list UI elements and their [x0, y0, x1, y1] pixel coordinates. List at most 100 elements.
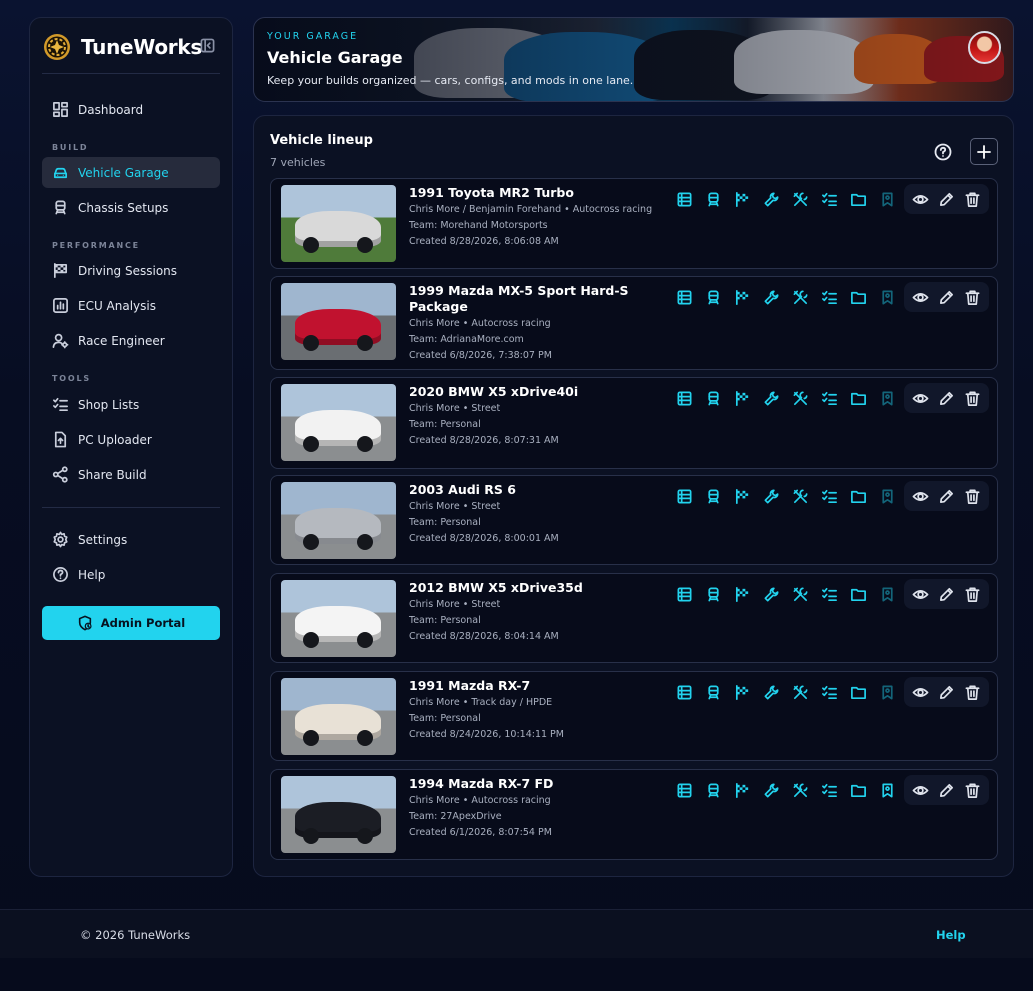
- wrench-icon[interactable]: [763, 488, 780, 505]
- view-icon[interactable]: [912, 782, 929, 799]
- list-icon[interactable]: [676, 289, 693, 306]
- trash-icon[interactable]: [964, 289, 981, 306]
- bookmark-icon[interactable]: [879, 782, 896, 799]
- trash-icon[interactable]: [964, 191, 981, 208]
- edit-icon[interactable]: [938, 390, 955, 407]
- edit-icon[interactable]: [938, 782, 955, 799]
- vehicle-card[interactable]: 2012 BMW X5 xDrive35d Chris More • Stree…: [270, 573, 998, 663]
- vehicle-photo[interactable]: [281, 283, 396, 360]
- checklist-icon[interactable]: [821, 390, 838, 407]
- nav-driving-sessions[interactable]: Driving Sessions: [42, 255, 220, 286]
- folder-icon[interactable]: [850, 488, 867, 505]
- vehicle-card[interactable]: 1994 Mazda RX-7 FD Chris More • Autocros…: [270, 769, 998, 860]
- tools-icon[interactable]: [792, 782, 809, 799]
- tools-icon[interactable]: [792, 390, 809, 407]
- checkered-flag-icon[interactable]: [734, 191, 751, 208]
- checklist-icon[interactable]: [821, 289, 838, 306]
- nav-help[interactable]: Help: [42, 559, 220, 590]
- admin-portal-button[interactable]: Admin Portal: [42, 606, 220, 640]
- trash-icon[interactable]: [964, 488, 981, 505]
- help-circle-icon[interactable]: [934, 143, 952, 161]
- vehicle-name[interactable]: 2003 Audi RS 6: [409, 482, 669, 498]
- vehicle-name[interactable]: 1999 Mazda MX-5 Sport Hard-S Package: [409, 283, 669, 315]
- wrench-icon[interactable]: [763, 782, 780, 799]
- vehicle-name[interactable]: 1994 Mazda RX-7 FD: [409, 776, 669, 792]
- folder-icon[interactable]: [850, 390, 867, 407]
- chassis-icon[interactable]: [705, 390, 722, 407]
- edit-icon[interactable]: [938, 191, 955, 208]
- nav-share-build[interactable]: Share Build: [42, 459, 220, 490]
- bookmark-icon[interactable]: [879, 488, 896, 505]
- wrench-icon[interactable]: [763, 684, 780, 701]
- chassis-icon[interactable]: [705, 684, 722, 701]
- list-icon[interactable]: [676, 684, 693, 701]
- tools-icon[interactable]: [792, 191, 809, 208]
- nav-race-engineer[interactable]: Race Engineer: [42, 325, 220, 356]
- folder-icon[interactable]: [850, 191, 867, 208]
- edit-icon[interactable]: [938, 289, 955, 306]
- footer-help-link[interactable]: Help: [936, 928, 966, 942]
- folder-icon[interactable]: [850, 684, 867, 701]
- vehicle-photo[interactable]: [281, 482, 396, 559]
- brand[interactable]: TuneWorks: [42, 32, 202, 62]
- vehicle-card[interactable]: 1999 Mazda MX-5 Sport Hard-S Package Chr…: [270, 276, 998, 370]
- view-icon[interactable]: [912, 488, 929, 505]
- nav-shop-lists[interactable]: Shop Lists: [42, 389, 220, 420]
- vehicle-photo[interactable]: [281, 580, 396, 657]
- list-icon[interactable]: [676, 390, 693, 407]
- bookmark-icon[interactable]: [879, 289, 896, 306]
- checkered-flag-icon[interactable]: [734, 390, 751, 407]
- chassis-icon[interactable]: [705, 191, 722, 208]
- nav-vehicle-garage[interactable]: Vehicle Garage: [42, 157, 220, 188]
- vehicle-photo[interactable]: [281, 776, 396, 853]
- nav-ecu-analysis[interactable]: ECU Analysis: [42, 290, 220, 321]
- view-icon[interactable]: [912, 586, 929, 603]
- tools-icon[interactable]: [792, 289, 809, 306]
- checkered-flag-icon[interactable]: [734, 684, 751, 701]
- checklist-icon[interactable]: [821, 782, 838, 799]
- checklist-icon[interactable]: [821, 586, 838, 603]
- vehicle-name[interactable]: 2020 BMW X5 xDrive40i: [409, 384, 669, 400]
- trash-icon[interactable]: [964, 782, 981, 799]
- vehicle-photo[interactable]: [281, 384, 396, 461]
- folder-icon[interactable]: [850, 586, 867, 603]
- folder-icon[interactable]: [850, 782, 867, 799]
- chassis-icon[interactable]: [705, 782, 722, 799]
- trash-icon[interactable]: [964, 390, 981, 407]
- vehicle-name[interactable]: 1991 Toyota MR2 Turbo: [409, 185, 669, 201]
- list-icon[interactable]: [676, 782, 693, 799]
- bookmark-icon[interactable]: [879, 586, 896, 603]
- edit-icon[interactable]: [938, 586, 955, 603]
- trash-icon[interactable]: [964, 684, 981, 701]
- tools-icon[interactable]: [792, 488, 809, 505]
- checkered-flag-icon[interactable]: [734, 289, 751, 306]
- wrench-icon[interactable]: [763, 289, 780, 306]
- vehicle-photo[interactable]: [281, 678, 396, 755]
- view-icon[interactable]: [912, 289, 929, 306]
- bookmark-icon[interactable]: [879, 684, 896, 701]
- view-icon[interactable]: [912, 191, 929, 208]
- bookmark-icon[interactable]: [879, 191, 896, 208]
- nav-chassis-setups[interactable]: Chassis Setups: [42, 192, 220, 223]
- tools-icon[interactable]: [792, 586, 809, 603]
- nav-dashboard[interactable]: Dashboard: [42, 94, 220, 125]
- collapse-sidebar-icon[interactable]: [200, 38, 215, 53]
- list-icon[interactable]: [676, 586, 693, 603]
- edit-icon[interactable]: [938, 488, 955, 505]
- checkered-flag-icon[interactable]: [734, 782, 751, 799]
- avatar[interactable]: [968, 31, 1001, 64]
- view-icon[interactable]: [912, 684, 929, 701]
- wrench-icon[interactable]: [763, 390, 780, 407]
- bookmark-icon[interactable]: [879, 390, 896, 407]
- nav-settings[interactable]: Settings: [42, 524, 220, 555]
- vehicle-name[interactable]: 2012 BMW X5 xDrive35d: [409, 580, 669, 596]
- trash-icon[interactable]: [964, 586, 981, 603]
- vehicle-card[interactable]: 2003 Audi RS 6 Chris More • Street Team:…: [270, 475, 998, 565]
- add-vehicle-button[interactable]: [970, 138, 998, 165]
- chassis-icon[interactable]: [705, 289, 722, 306]
- tools-icon[interactable]: [792, 684, 809, 701]
- checklist-icon[interactable]: [821, 684, 838, 701]
- wrench-icon[interactable]: [763, 191, 780, 208]
- checklist-icon[interactable]: [821, 488, 838, 505]
- vehicle-card[interactable]: 2020 BMW X5 xDrive40i Chris More • Stree…: [270, 377, 998, 469]
